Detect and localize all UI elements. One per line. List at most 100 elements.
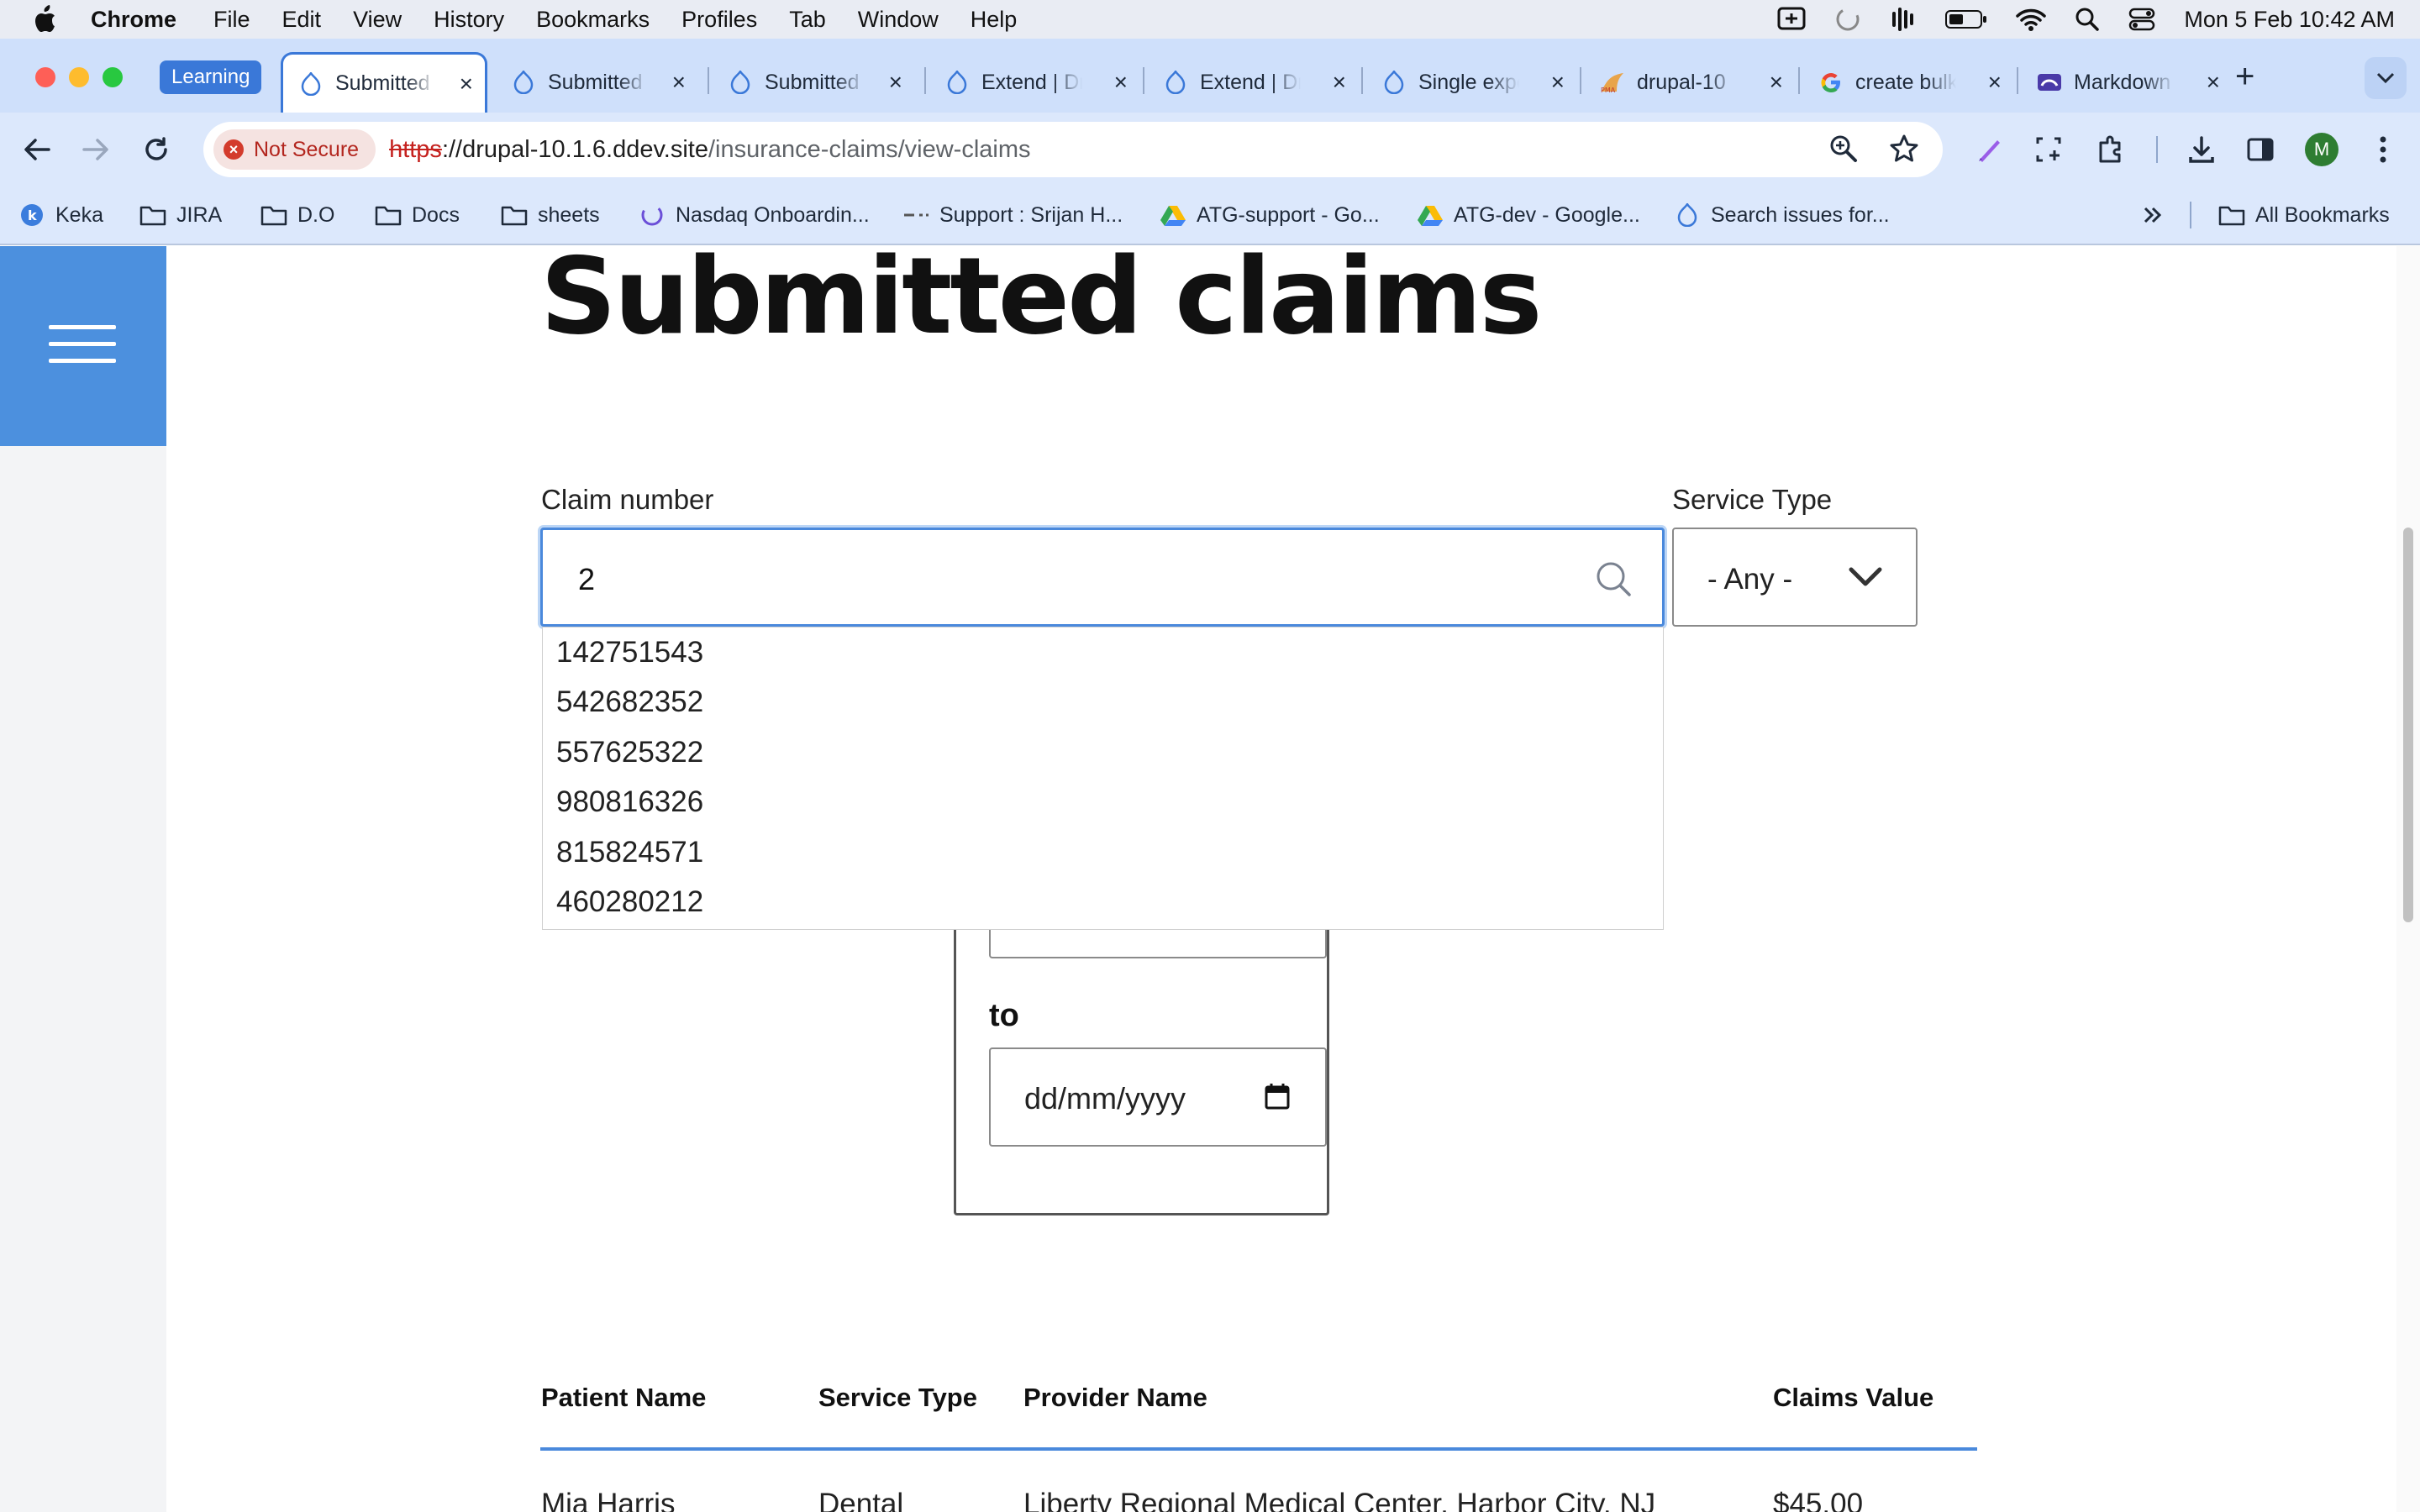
audio-icon[interactable] [1890,7,1917,32]
close-icon[interactable]: × [1551,69,1565,96]
claim-number-input[interactable]: 2 [540,528,1665,627]
new-tab-button[interactable]: + [2235,60,2254,93]
back-button[interactable] [18,131,55,168]
side-panel-icon[interactable] [2242,131,2279,168]
tab-group-label[interactable]: Learning [160,60,262,94]
screen-share-icon[interactable] [1777,7,1806,32]
all-bookmarks-button[interactable]: All Bookmarks [2218,200,2390,230]
profile-avatar[interactable]: M [2305,133,2338,166]
menu-file[interactable]: File [213,7,250,33]
bookmark-folder-do[interactable]: D.O [260,200,334,230]
page-scrollbar[interactable] [2396,246,2420,1512]
bookmark-label: ATG-dev - Google... [1454,202,1640,227]
menu-profiles[interactable]: Profiles [681,7,757,33]
tab-label: Submitted claims [548,70,649,94]
bookmark-folder-docs[interactable]: Docs [375,200,460,230]
tab-submitted-claims[interactable]: Submitted claims × [713,52,914,113]
bookmark-support-srijan[interactable]: Support : Srijan H... [902,200,1123,230]
close-icon[interactable]: × [1114,69,1128,96]
tab-search-button[interactable] [2365,57,2407,99]
toolbar-divider [2156,136,2158,163]
folder-icon [375,202,402,228]
extensions-icon[interactable] [2092,131,2129,168]
bookmark-label: Search issues for... [1711,202,1890,227]
menu-edit[interactable]: Edit [282,7,322,33]
menu-tab[interactable]: Tab [789,7,826,33]
close-icon[interactable]: × [1988,69,2002,96]
more-menu-icon[interactable] [2365,131,2402,168]
autocomplete-option[interactable]: 980816326 [543,778,1663,828]
menu-history[interactable]: History [434,7,504,33]
tab-single-export[interactable]: Single export × [1366,52,1576,113]
bookmark-nasdaq[interactable]: Nasdaq Onboardin... [639,200,870,230]
forward-button[interactable] [77,131,114,168]
autocomplete-option[interactable]: 815824571 [543,827,1663,878]
bookmark-atg-support[interactable]: ATG-support - Go... [1160,200,1380,230]
calendar-icon[interactable] [1265,1083,1290,1114]
url-text[interactable]: https://drupal-10.1.6.ddev.site/insuranc… [389,136,1030,164]
menu-window[interactable]: Window [858,7,939,33]
menu-bar: Chrome File Edit View History Bookmarks … [0,0,2420,39]
menubar-clock[interactable]: Mon 5 Feb 10:42 AM [2184,7,2395,33]
close-icon[interactable]: × [460,71,473,97]
close-icon[interactable]: × [2207,69,2220,96]
tab-google-search[interactable]: create bulk × [1803,52,2013,113]
bookmark-label: sheets [538,202,600,227]
column-header-patient-name[interactable]: Patient Name [541,1383,706,1413]
sync-icon[interactable] [1834,6,1861,33]
tab-markdown[interactable]: Markdown × [2022,52,2232,113]
wifi-icon[interactable] [2016,8,2047,31]
screenshot-icon[interactable] [2030,131,2067,168]
date-to-label: to [989,998,1019,1033]
menu-help[interactable]: Help [971,7,1018,33]
column-header-service-type[interactable]: Service Type [818,1383,977,1413]
column-header-claims-value[interactable]: Claims Value [1773,1383,1933,1413]
tab-phpmyadmin[interactable]: PMA drupal-10 × [1585,52,1795,113]
menu-app-chrome[interactable]: Chrome [91,7,176,33]
window-zoom-button[interactable] [103,67,123,87]
download-icon[interactable] [2183,131,2220,168]
service-type-select[interactable]: - Any - [1672,528,1918,627]
bookmark-folder-sheets[interactable]: sheets [501,200,600,230]
more-bookmarks-button[interactable] [2139,200,2176,230]
spotlight-icon[interactable] [2075,7,2100,32]
address-bar[interactable]: × Not Secure https://drupal-10.1.6.ddev.… [203,122,1943,177]
hamburger-menu-button[interactable] [0,246,166,446]
window-minimize-button[interactable] [69,67,89,87]
hamburger-line [49,342,116,346]
tab-extend-drupal[interactable]: Extend | Drupal × [1148,52,1358,113]
autocomplete-option[interactable]: 142751543 [543,627,1663,678]
scrollbar-thumb[interactable] [2403,528,2413,922]
not-secure-badge[interactable]: × Not Secure [213,129,376,170]
close-icon[interactable]: × [672,69,686,96]
autocomplete-option[interactable]: 557625322 [543,727,1663,778]
page-title: Submitted claims [540,246,1542,358]
bookmark-star-icon[interactable] [1889,134,1919,168]
close-icon[interactable]: × [1333,69,1346,96]
control-center-icon[interactable] [2128,8,2155,31]
battery-icon[interactable] [1945,9,1987,29]
autocomplete-option[interactable]: 460280212 [543,878,1663,928]
menu-view[interactable]: View [353,7,402,33]
window-close-button[interactable] [35,67,55,87]
support-icon [902,202,929,228]
column-header-provider-name[interactable]: Provider Name [1023,1383,1207,1413]
bookmark-search-issues[interactable]: Search issues for... [1674,200,1890,230]
close-icon[interactable]: × [889,69,902,96]
drupal-favicon-icon [944,70,970,95]
tab-submitted-claims-active[interactable]: Submitted claims × [281,52,487,113]
apple-icon[interactable] [32,5,62,34]
service-type-label: Service Type [1672,484,1833,515]
zoom-icon[interactable] [1828,134,1859,168]
bookmark-keka[interactable]: k Keka [18,200,103,230]
bookmark-folder-jira[interactable]: JIRA [139,200,222,230]
tab-submitted-claims[interactable]: Submitted claims × [496,52,697,113]
tab-extend-drupal[interactable]: Extend | Drupal × [929,52,1139,113]
date-to-input[interactable]: dd/mm/yyyy [989,1047,1327,1147]
autocomplete-option[interactable]: 542682352 [543,678,1663,728]
close-icon[interactable]: × [1770,69,1783,96]
bookmark-atg-dev[interactable]: ATG-dev - Google... [1417,200,1640,230]
reload-button[interactable] [138,131,175,168]
menu-bookmarks[interactable]: Bookmarks [536,7,650,33]
pen-extension-icon[interactable] [1971,131,2008,168]
